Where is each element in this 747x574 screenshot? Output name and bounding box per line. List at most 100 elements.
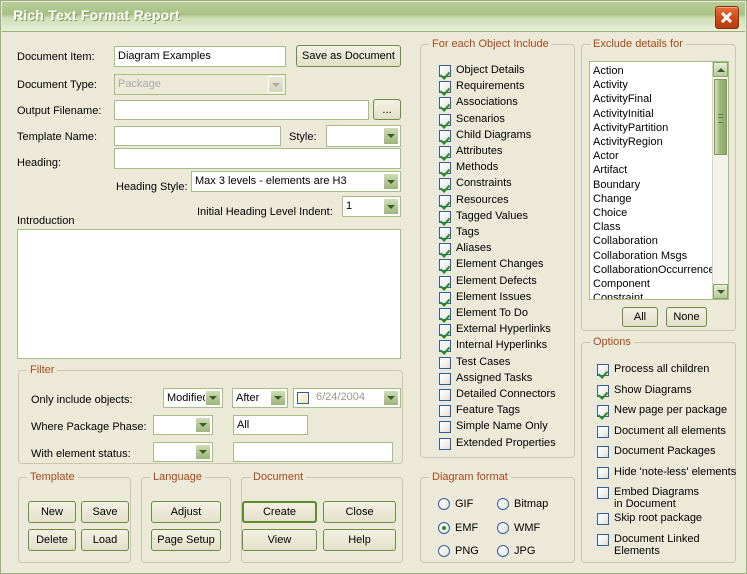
chevron-down-icon[interactable] [383,127,399,145]
language-page-setup-button[interactable]: Page Setup [151,529,221,551]
checkbox-checked-icon[interactable] [597,385,609,397]
checkbox-unchecked-icon[interactable] [439,357,451,369]
element-status-input[interactable] [233,442,393,462]
checkbox-checked-icon[interactable] [439,259,451,271]
object-include-checkbox[interactable]: Simple Name Only [439,420,548,433]
diagram-format-radio-bitmap[interactable]: Bitmap [497,498,548,510]
object-include-checkbox[interactable]: Internal Hyperlinks [439,339,547,352]
object-include-checkbox[interactable]: Scenarios [439,113,505,126]
object-include-checkbox[interactable]: Assigned Tasks [439,372,532,385]
object-include-checkbox[interactable]: Object Details [439,64,524,77]
object-include-checkbox[interactable]: Associations [439,96,518,109]
document-type-select[interactable]: Package [114,74,286,95]
checkbox-unchecked-icon[interactable] [597,487,609,499]
object-include-checkbox[interactable]: Aliases [439,242,491,255]
checkbox-checked-icon[interactable] [439,146,451,158]
checkbox-unchecked-icon[interactable] [439,405,451,417]
list-item[interactable]: Activity [593,78,712,92]
template-save-button[interactable]: Save [81,501,129,523]
diagram-format-radio-jpg[interactable]: JPG [497,545,535,557]
chevron-down-icon[interactable] [268,76,284,93]
list-item[interactable]: Constraint [593,291,712,300]
object-include-checkbox[interactable]: Element To Do [439,307,528,320]
checkbox-checked-icon[interactable] [439,211,451,223]
object-include-checkbox[interactable]: Element Defects [439,275,537,288]
document-close-button[interactable]: Close [323,501,396,523]
template-load-button[interactable]: Load [81,529,129,551]
chevron-down-icon[interactable] [383,198,399,215]
object-include-checkbox[interactable]: Tagged Values [439,210,528,223]
diagram-format-radio-png[interactable]: PNG [438,545,479,557]
chevron-down-icon[interactable] [383,390,399,406]
checkbox-unchecked-icon[interactable] [597,467,609,479]
checkbox-checked-icon[interactable] [439,97,451,109]
scrollbar-thumb[interactable] [714,79,727,155]
checkbox-checked-icon[interactable] [439,324,451,336]
chevron-down-icon[interactable] [205,390,221,406]
output-filename-input[interactable] [114,100,369,120]
checkbox-unchecked-icon[interactable] [439,373,451,385]
list-item[interactable]: Change [593,192,712,206]
option-checkbox[interactable]: New page per package [597,404,727,417]
object-include-checkbox[interactable]: Feature Tags [439,404,520,417]
checkbox-unchecked-icon[interactable] [597,426,609,438]
heading-style-select[interactable]: Max 3 levels - elements are H3 [191,171,401,192]
checkbox-checked-icon[interactable] [597,405,609,417]
checkbox-unchecked-icon[interactable] [597,513,609,525]
language-adjust-button[interactable]: Adjust [151,501,221,523]
checkbox-unchecked-icon[interactable] [597,534,609,546]
filter-date-picker[interactable]: 6/24/2004 [293,388,401,408]
list-item[interactable]: ActivityFinal [593,92,712,106]
radio-unselected-icon[interactable] [497,545,509,557]
checkbox-checked-icon[interactable] [439,227,451,239]
object-include-checkbox[interactable]: Extended Properties [439,437,556,450]
checkbox-unchecked-icon[interactable] [439,421,451,433]
checkbox-checked-icon[interactable] [439,65,451,77]
checkbox-checked-icon[interactable] [439,308,451,320]
checkbox-checked-icon[interactable] [439,276,451,288]
document-item-input[interactable]: Diagram Examples [114,46,286,67]
object-include-checkbox[interactable]: Detailed Connectors [439,388,556,401]
object-include-checkbox[interactable]: Element Issues [439,291,531,304]
checkbox-checked-icon[interactable] [439,243,451,255]
list-item[interactable]: Boundary [593,178,712,192]
exclude-all-button[interactable]: All [622,307,658,327]
package-phase-select[interactable] [153,415,213,435]
object-include-checkbox[interactable]: Test Cases [439,356,510,369]
heading-input[interactable] [114,148,401,169]
diagram-format-radio-emf[interactable]: EMF [438,522,478,534]
radio-unselected-icon[interactable] [438,545,450,557]
exclude-none-button[interactable]: None [666,307,707,327]
browse-button[interactable]: ... [373,99,401,120]
radio-unselected-icon[interactable] [497,522,509,534]
option-checkbox[interactable]: Document all elements [597,425,726,438]
element-status-select[interactable] [153,442,213,462]
document-view-button[interactable]: View [242,529,317,551]
diagram-format-radio-gif[interactable]: GIF [438,498,473,510]
date-enable-checkbox[interactable] [297,392,309,404]
option-checkbox[interactable]: Hide 'note-less' elements [597,466,736,479]
option-checkbox[interactable]: Document Packages [597,445,716,458]
chevron-down-icon[interactable] [195,417,211,433]
package-phase-input[interactable]: All [233,415,308,435]
chevron-down-icon[interactable] [383,173,399,190]
radio-selected-icon[interactable] [438,522,450,534]
style-select[interactable] [326,125,401,147]
only-include-objects-select[interactable]: Modified [163,388,223,408]
list-item[interactable]: ActivityPartition [593,121,712,135]
chevron-down-icon[interactable] [195,444,211,460]
checkbox-unchecked-icon[interactable] [439,389,451,401]
list-item[interactable]: Collaboration [593,234,712,248]
list-item[interactable]: Actor [593,149,712,163]
document-create-button[interactable]: Create [242,501,317,523]
initial-heading-indent-select[interactable]: 1 [342,196,401,217]
object-include-checkbox[interactable]: Methods [439,161,498,174]
template-delete-button[interactable]: Delete [28,529,76,551]
list-item[interactable]: ActivityInitial [593,107,712,121]
scroll-down-icon[interactable] [713,284,728,299]
radio-unselected-icon[interactable] [497,498,509,510]
checkbox-unchecked-icon[interactable] [439,438,451,450]
object-include-checkbox[interactable]: Element Changes [439,258,543,271]
checkbox-checked-icon[interactable] [439,195,451,207]
option-checkbox[interactable]: Document Linked Elements [597,533,706,557]
